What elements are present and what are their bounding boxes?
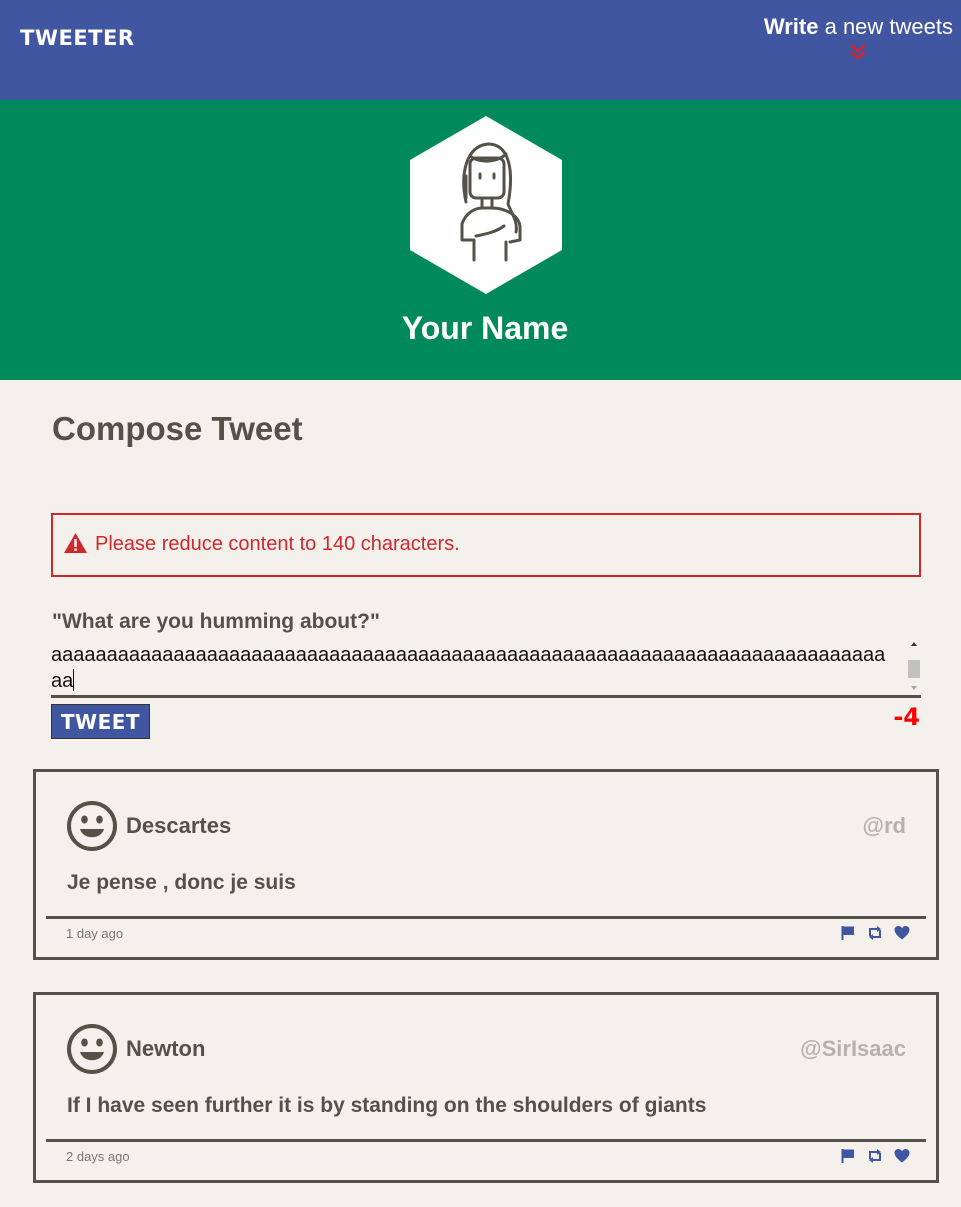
smiley-face-icon (67, 1024, 117, 1074)
textarea-scrollbar[interactable] (907, 640, 921, 692)
tweet-card: Descartes @rd Je pense , donc je suis 1 … (33, 769, 939, 960)
tweet-actions (840, 1148, 910, 1164)
write-new-tweet-toggle[interactable]: Write a new tweets (764, 14, 953, 62)
profile-name: Your Name (401, 310, 569, 346)
tweet-textarea[interactable]: aaaaaaaaaaaaaaaaaaaaaaaaaaaaaaaaaaaaaaaa… (51, 638, 921, 698)
profile-header: Your Name (0, 100, 961, 380)
compose-toggle-text: a new tweets (818, 14, 953, 39)
double-chevron-down-icon (850, 44, 867, 60)
heart-icon[interactable] (894, 925, 910, 941)
tweet-textarea-value: aaaaaaaaaaaaaaaaaaaaaaaaaaaaaaaaaaaaaaaa… (51, 644, 886, 692)
tweet-author: Descartes (126, 813, 232, 838)
tweet-handle: @SirIsaac (800, 1036, 906, 1061)
tweet-card: Newton @SirIsaac If I have seen further … (33, 992, 939, 1183)
compose-title: Compose Tweet (52, 410, 303, 447)
tweet-timestamp: 2 days ago (66, 1149, 130, 1164)
tweet-timestamp: 1 day ago (66, 926, 124, 941)
warning-triangle-icon (64, 533, 87, 553)
tweet-content: If I have seen further it is by standing… (67, 1094, 707, 1117)
tweet-actions (840, 925, 910, 941)
retweet-icon[interactable] (867, 1148, 883, 1164)
top-nav: TWEETER Write a new tweets (0, 0, 961, 100)
compose-toggle-bold: Write (763, 14, 819, 39)
text-caret (73, 669, 75, 691)
error-message-box: Please reduce content to 140 characters. (51, 513, 921, 577)
flag-icon[interactable] (840, 925, 856, 941)
retweet-icon[interactable] (867, 925, 883, 941)
error-message-text: Please reduce content to 140 characters. (95, 533, 460, 555)
flag-icon[interactable] (840, 1148, 856, 1164)
tweet-author: Newton (126, 1036, 206, 1061)
brand-logo: TWEETER (20, 26, 135, 50)
tweet-handle: @rd (862, 813, 906, 838)
tweet-footer: 2 days ago (46, 1139, 926, 1179)
smiley-face-icon (67, 801, 117, 851)
tweet-submit-button[interactable]: TWEET (51, 704, 150, 739)
tweet-textarea-label: "What are you humming about?" (52, 610, 380, 633)
profile-avatar (410, 116, 562, 294)
heart-icon[interactable] (894, 1148, 910, 1164)
tweet-footer: 1 day ago (46, 916, 926, 956)
tweet-content: Je pense , donc je suis (67, 871, 296, 894)
character-counter: -4 (893, 703, 920, 731)
